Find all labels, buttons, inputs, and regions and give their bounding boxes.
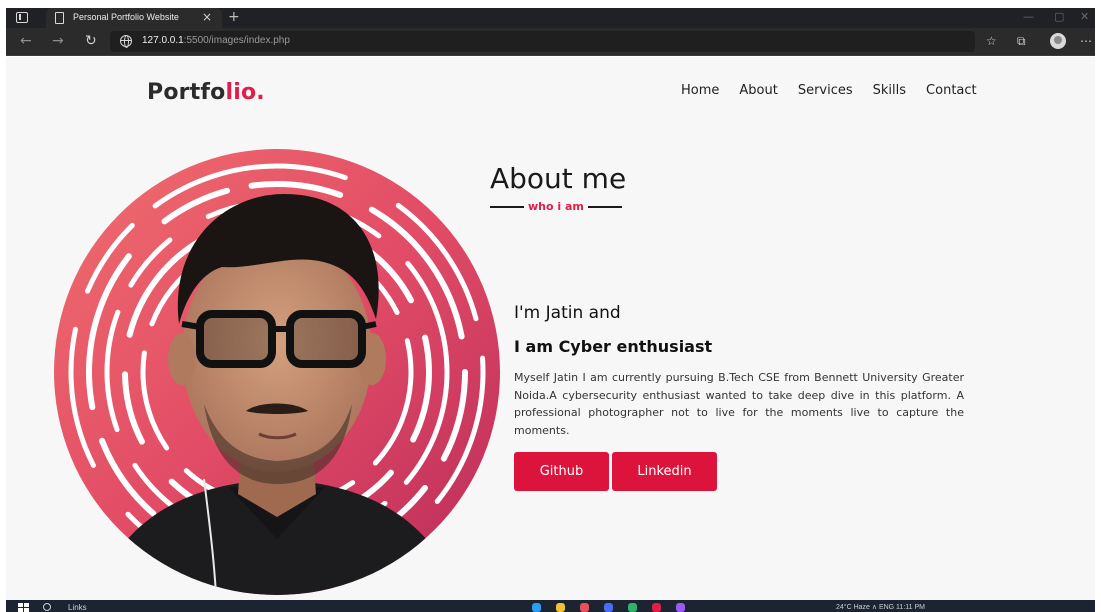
os-taskbar: Links 24°C Haze ∧ ENG 11:11 PM <box>6 600 1095 612</box>
close-tab-icon[interactable]: × <box>202 10 212 24</box>
divider-line <box>587 205 622 208</box>
page-viewport: Portfolio. Home About Services Skills Co… <box>6 57 1095 600</box>
profile-icon[interactable] <box>1050 33 1066 49</box>
github-button[interactable]: Github <box>514 452 609 491</box>
about-subtitle-row: who i am <box>490 200 622 213</box>
browser-toolbar: ← → ↻ 127.0.0.1:5500/images/index.php ☆ … <box>6 28 1095 56</box>
profile-photo <box>54 149 500 595</box>
intro-text: I'm Jatin and <box>514 303 621 323</box>
taskbar-search-label[interactable]: Links <box>68 603 87 612</box>
browser-tab[interactable]: Personal Portfolio Website × <box>46 8 222 28</box>
opera-app-icon[interactable] <box>652 603 661 612</box>
bio-paragraph: Myself Jatin I am currently pursuing B.T… <box>514 371 964 437</box>
main-nav: Home About Services Skills Contact <box>681 83 977 98</box>
back-icon[interactable]: ← <box>20 33 32 49</box>
linkedin-button[interactable]: Linkedin <box>612 452 717 491</box>
favorites-icon[interactable]: ☆ <box>986 34 997 48</box>
minimize-icon[interactable]: — <box>1023 10 1034 23</box>
app-icon[interactable] <box>580 603 589 612</box>
close-window-icon[interactable]: ✕ <box>1080 10 1089 23</box>
nav-home[interactable]: Home <box>681 83 719 98</box>
divider-line <box>490 205 524 208</box>
nav-services[interactable]: Services <box>798 83 853 98</box>
browser-tab-strip: Personal Portfolio Website × + — ▢ ✕ <box>6 8 1095 28</box>
about-subtitle: who i am <box>528 200 584 213</box>
address-bar[interactable]: 127.0.0.1:5500/images/index.php <box>110 31 975 52</box>
app-icon[interactable] <box>604 603 613 612</box>
edge-app-icon[interactable] <box>532 603 541 612</box>
refresh-icon[interactable]: ↻ <box>85 33 97 49</box>
url-text[interactable]: 127.0.0.1:5500/images/index.php <box>142 35 290 46</box>
page-icon <box>55 12 64 24</box>
nav-about[interactable]: About <box>739 83 777 98</box>
forward-icon[interactable]: → <box>52 33 64 49</box>
app-icon[interactable] <box>676 603 685 612</box>
more-icon[interactable]: ⋯ <box>1080 34 1092 48</box>
site-logo[interactable]: Portfolio. <box>147 80 265 105</box>
site-info-icon[interactable] <box>120 35 132 48</box>
nav-skills[interactable]: Skills <box>873 83 906 98</box>
collections-icon[interactable]: ⧉ <box>1017 34 1026 49</box>
search-icon[interactable] <box>43 603 51 611</box>
system-tray[interactable]: 24°C Haze ∧ ENG 11:11 PM <box>836 603 925 611</box>
nav-contact[interactable]: Contact <box>926 83 977 98</box>
windows-start-icon[interactable] <box>18 603 30 612</box>
chrome-app-icon[interactable] <box>628 603 637 612</box>
tab-actions-icon[interactable] <box>16 12 28 23</box>
restore-icon[interactable]: ▢ <box>1054 10 1064 23</box>
new-tab-icon[interactable]: + <box>228 9 240 25</box>
role-text: I am Cyber enthusiast <box>514 337 713 356</box>
explorer-app-icon[interactable] <box>556 603 565 612</box>
tab-title: Personal Portfolio Website <box>73 12 179 22</box>
about-title: About me <box>490 162 627 195</box>
